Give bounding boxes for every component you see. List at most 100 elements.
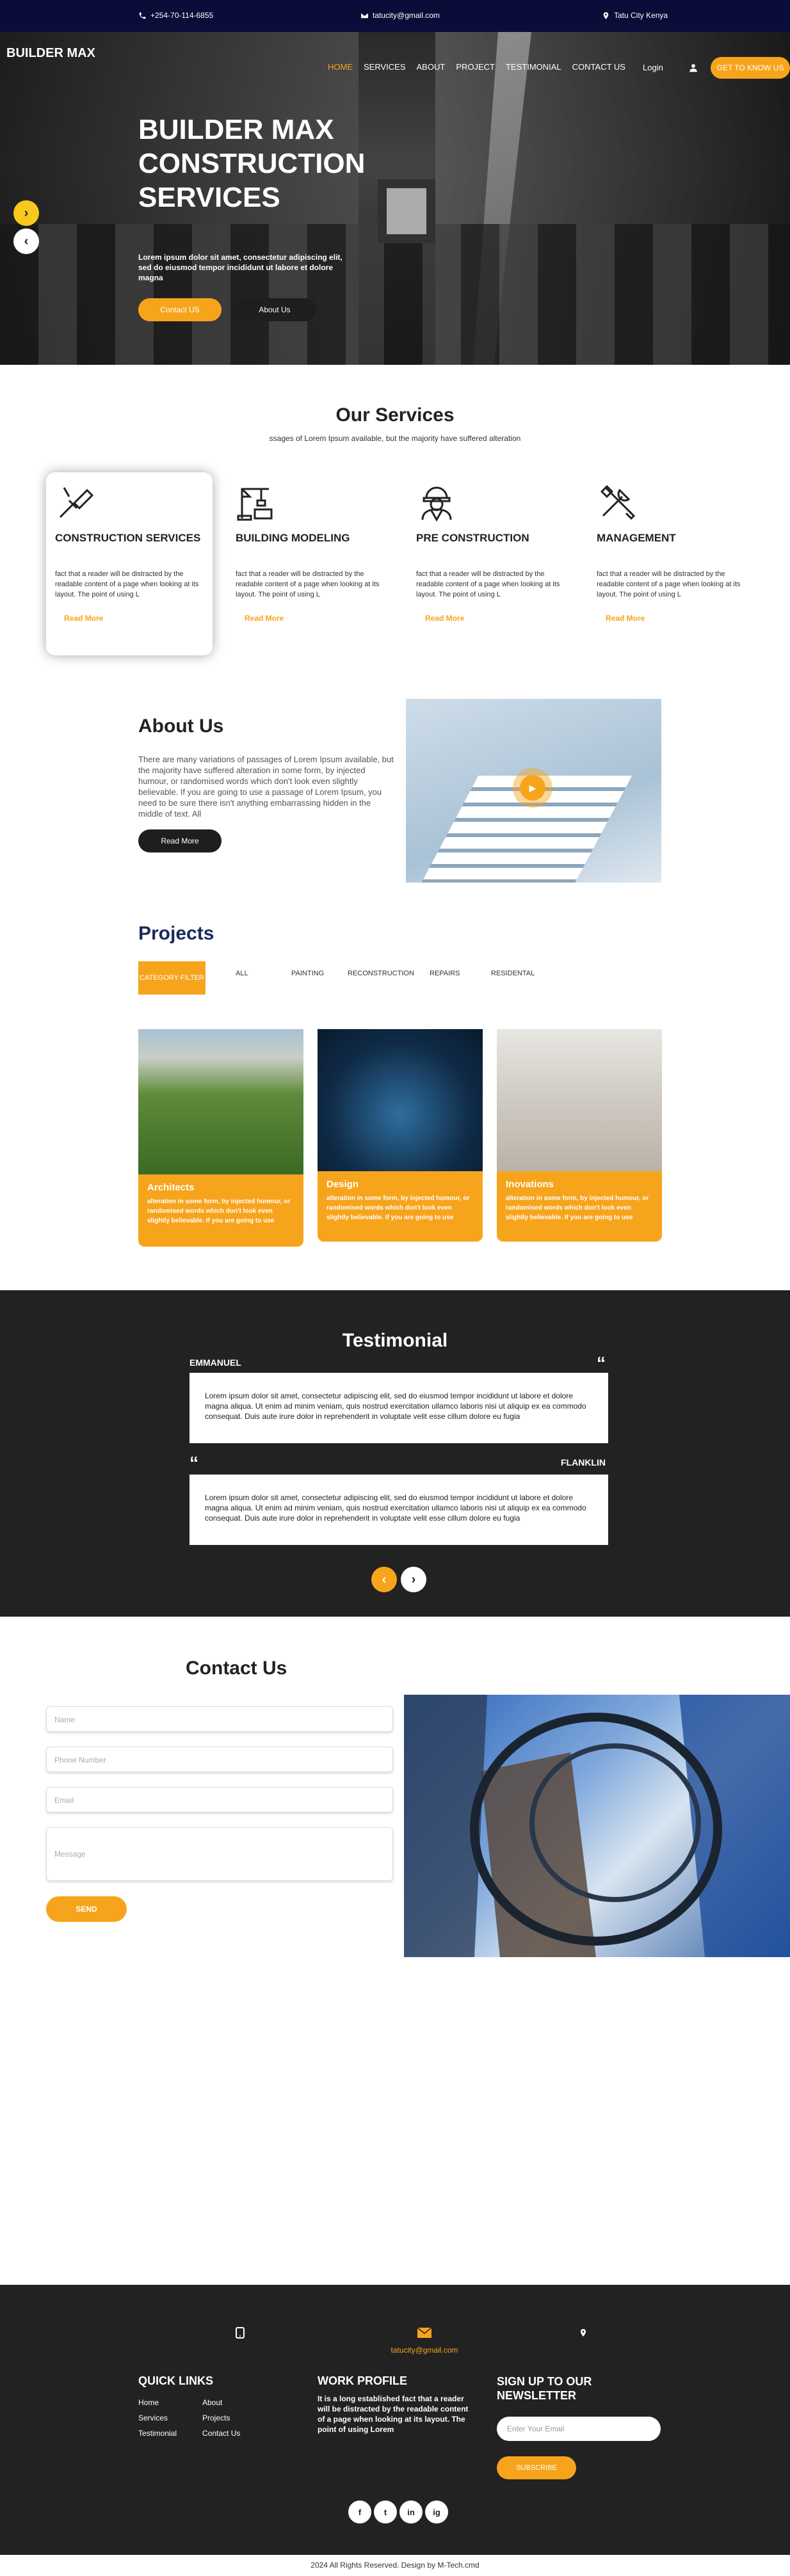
nav-about[interactable]: ABOUT (417, 62, 446, 72)
footer-link-home[interactable]: Home (138, 2398, 159, 2407)
service-text: fact that a reader will be distracted by… (236, 570, 380, 598)
service-card-management[interactable]: MANAGEMENT fact that a reader will be di… (588, 472, 754, 655)
projects-title: Projects (138, 923, 214, 944)
filter-all[interactable]: ALL (236, 970, 248, 977)
get-to-know-us-button[interactable]: GET TO KNOW US (711, 57, 790, 79)
play-icon: ▶ (520, 775, 545, 801)
filter-painting[interactable]: PAINTING (291, 970, 324, 977)
testimonial-name: EMMANUEL (189, 1357, 241, 1368)
name-field[interactable]: Name (46, 1706, 393, 1732)
service-card-construction[interactable]: CONSTRUCTION SERVICES fact that a reader… (46, 472, 213, 655)
user-icon[interactable] (689, 63, 698, 72)
map-pin-icon (580, 2329, 586, 2337)
chevron-right-icon: › (411, 1572, 416, 1587)
service-title: CONSTRUCTION SERVICES (55, 532, 201, 544)
project-image (138, 1029, 303, 1174)
footer-link-testimonial[interactable]: Testimonial (138, 2429, 177, 2438)
facebook-icon[interactable]: f (348, 2500, 371, 2524)
project-title: Design (326, 1179, 359, 1190)
send-button[interactable]: SEND (46, 1896, 127, 1922)
footer-link-contact[interactable]: Contact Us (202, 2429, 240, 2438)
topbar-location-text: Tatu City Kenya (614, 11, 668, 20)
play-video-button[interactable]: ▶ (513, 768, 552, 808)
quote-icon: “ (597, 1353, 606, 1373)
map-pin-icon (603, 12, 609, 19)
nav-testimonial[interactable]: TESTIMONIAL (506, 62, 561, 72)
mobile-phone-icon (236, 2327, 245, 2339)
quote-icon: “ (189, 1453, 198, 1473)
project-title: Architects (147, 1182, 195, 1193)
hero-prev-button[interactable]: ‹ (13, 228, 39, 254)
topbar-location[interactable]: Tatu City Kenya (602, 11, 668, 20)
project-title: Inovations (506, 1179, 554, 1190)
project-card-architects[interactable]: Architects alteration in some form, by i… (138, 1029, 303, 1247)
about-us-button[interactable]: About Us (233, 298, 316, 321)
phone-field[interactable]: Phone Number (46, 1747, 393, 1772)
service-title: MANAGEMENT (597, 532, 676, 544)
filter-repairs[interactable]: REPAIRS (430, 970, 460, 977)
tools-icon (600, 484, 636, 520)
login-link[interactable]: Login (643, 63, 663, 72)
project-image (497, 1029, 662, 1171)
about-title: About Us (138, 716, 224, 737)
footer-link-services[interactable]: Services (138, 2413, 168, 2422)
about-read-more-button[interactable]: Read More (138, 829, 222, 852)
project-card-design[interactable]: Design alteration in some form, by injec… (318, 1029, 483, 1242)
chevron-left-icon: ‹ (382, 1572, 387, 1587)
testimonial-next-button[interactable]: › (401, 1567, 426, 1592)
service-card-pre-construction[interactable]: PRE CONSTRUCTION fact that a reader will… (407, 472, 574, 655)
topbar-phone[interactable]: +254-70-114-6855 (138, 11, 213, 20)
testimonial-prev-button[interactable]: ‹ (371, 1567, 397, 1592)
topbar-phone-text: +254-70-114-6855 (150, 11, 214, 20)
footer-link-projects[interactable]: Projects (202, 2413, 230, 2422)
service-text: fact that a reader will be distracted by… (55, 570, 199, 598)
chevron-right-icon: › (24, 205, 29, 220)
twitter-icon[interactable]: t (374, 2500, 397, 2524)
services-subtitle: ssages of Lorem Ipsum available, but the… (269, 434, 521, 443)
instagram-icon[interactable]: ig (425, 2500, 448, 2524)
subscribe-button[interactable]: SUBSCRIBE (497, 2456, 576, 2479)
hero-title: BUILDER MAX CONSTRUCTION SERVICES (138, 114, 366, 213)
trowel-icon (59, 487, 94, 518)
services-title: Our Services (335, 404, 455, 426)
hero-next-button[interactable]: › (13, 200, 39, 226)
contact-title: Contact Us (186, 1658, 287, 1679)
topbar-email[interactable]: tatucity@gmail.com (360, 11, 440, 20)
footer-call[interactable]: Call +254-70-114-6855 (189, 2346, 292, 2355)
service-text: fact that a reader will be distracted by… (597, 570, 741, 598)
footer-email[interactable]: tatucity@gmail.com (373, 2346, 476, 2355)
linkedin-icon[interactable]: in (399, 2500, 423, 2524)
work-profile-text: It is a long established fact that a rea… (318, 2394, 469, 2434)
filter-reconstruction[interactable]: RECONSTRUCTION (348, 970, 414, 977)
read-more-link[interactable]: Read More (55, 614, 204, 623)
nav-contact[interactable]: CONTACT US (572, 62, 625, 72)
read-more-link[interactable]: Read More (597, 614, 745, 623)
testimonial-name: FLANKLIN (561, 1457, 606, 1468)
about-text: There are many variations of passages of… (138, 755, 394, 819)
footer-link-about[interactable]: About (202, 2398, 222, 2407)
chevron-left-icon: ‹ (24, 234, 29, 248)
newsletter-title: SIGN UP TO OUR NEWSLETTER (497, 2375, 592, 2402)
read-more-link[interactable]: Read More (236, 614, 384, 623)
testimonial-box: Lorem ipsum dolor sit amet, consectetur … (189, 1373, 608, 1443)
nav-services[interactable]: SERVICES (364, 62, 406, 72)
newsletter-email-input[interactable]: Enter Your Email (497, 2417, 661, 2441)
service-text: fact that a reader will be distracted by… (416, 570, 560, 598)
filter-residental[interactable]: RESIDENTAL (491, 970, 535, 977)
nav-project[interactable]: PROJECT (456, 62, 495, 72)
contact-us-button[interactable]: Contact US (138, 298, 222, 321)
copyright: 2024 All Rights Reserved. Design by M-Te… (0, 2555, 790, 2576)
email-field[interactable]: Email (46, 1787, 393, 1812)
service-card-building-modeling[interactable]: BUILDING MODELING fact that a reader wil… (227, 472, 393, 655)
nav-home[interactable]: HOME (328, 62, 353, 72)
project-card-inovations[interactable]: Inovations alteration in some form, by i… (497, 1029, 662, 1242)
testimonial-box: Lorem ipsum dolor sit amet, consectetur … (189, 1475, 608, 1545)
testimonial-title: Testimonial (342, 1330, 448, 1351)
footer-location[interactable]: Location (532, 2346, 634, 2355)
filter-category[interactable]: CATEGORY FILTER (138, 961, 206, 995)
read-more-link[interactable]: Read More (416, 614, 565, 623)
message-field[interactable]: Message (46, 1827, 393, 1881)
top-contact-bar: +254-70-114-6855 tatucity@gmail.com Tatu… (0, 0, 790, 32)
brand-logo[interactable]: BUILDER MAX (6, 46, 95, 61)
contact-image-art (404, 1695, 790, 1957)
